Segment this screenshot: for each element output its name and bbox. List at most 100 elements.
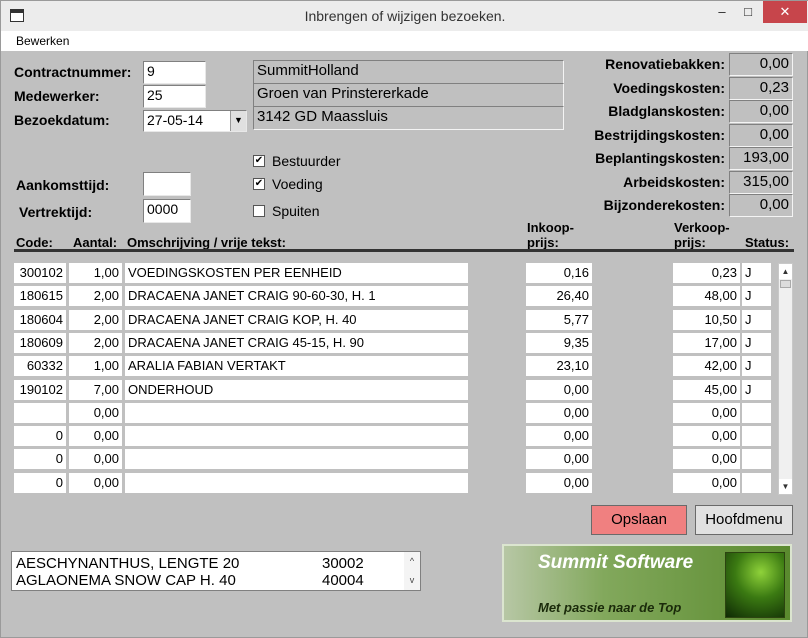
cell-status[interactable]: J <box>742 356 771 377</box>
cell-inkoop[interactable]: 0,00 <box>526 426 592 447</box>
cost-value: 0,00 <box>729 124 793 147</box>
checkbox-icon[interactable] <box>253 205 265 217</box>
cell-status[interactable]: J <box>742 263 771 283</box>
cell-status[interactable] <box>742 472 771 493</box>
cost-label: Bijzonderekosten: <box>603 197 725 213</box>
main-menu-button[interactable]: Hoofdmenu <box>695 505 793 535</box>
bezoekdatum-label: Bezoekdatum: <box>14 112 110 128</box>
cell-status[interactable] <box>742 426 771 447</box>
cell-status[interactable]: J <box>742 286 771 307</box>
cell-omschrijving[interactable]: VOEDINGSKOSTEN PER EENHEID <box>125 263 468 283</box>
cell-verkoop[interactable]: 10,50 <box>673 309 740 330</box>
cell-code[interactable]: 190102 <box>14 379 66 400</box>
cell-omschrijving[interactable]: DRACAENA JANET CRAIG 90-60-30, H. 1 <box>125 286 468 307</box>
cell-verkoop[interactable]: 0,00 <box>673 402 740 423</box>
option-voeding[interactable]: ✔ Voeding <box>253 176 323 192</box>
cell-aantal[interactable]: 7,00 <box>69 379 122 400</box>
contract-input[interactable]: 9 <box>143 61 206 84</box>
window-title: Inbrengen of wijzigen bezoeken. <box>304 8 506 24</box>
cell-aantal[interactable]: 2,00 <box>69 309 122 330</box>
cell-code[interactable]: 300102 <box>14 263 66 283</box>
cell-code[interactable]: 0 <box>14 449 66 470</box>
cell-verkoop[interactable]: 45,00 <box>673 379 740 400</box>
cell-omschrijving[interactable]: ARALIA FABIAN VERTAKT <box>125 356 468 377</box>
checkbox-icon[interactable]: ✔ <box>253 155 265 167</box>
option-label: Voeding <box>272 176 323 192</box>
medewerker-label: Medewerker: <box>14 88 100 104</box>
cell-omschrijving[interactable]: ONDERHOUD <box>125 379 468 400</box>
cell-aantal[interactable]: 0,00 <box>69 426 122 447</box>
cost-value: 193,00 <box>729 147 793 170</box>
cell-aantal[interactable]: 0,00 <box>69 449 122 470</box>
cell-code[interactable]: 0 <box>14 472 66 493</box>
cell-verkoop[interactable]: 48,00 <box>673 286 740 307</box>
menu-bewerken[interactable]: Bewerken <box>16 34 69 48</box>
article-lookup-list[interactable]: AESCHYNANTHUS, LENGTE 20 30002 AGLAONEMA… <box>11 551 421 591</box>
table-scrollbar[interactable]: ▲ ▼ <box>778 263 793 495</box>
cell-status[interactable]: J <box>742 379 771 400</box>
cell-inkoop[interactable]: 5,77 <box>526 309 592 330</box>
cell-omschrijving[interactable] <box>125 472 468 493</box>
list-scrollbar[interactable]: ^ v <box>404 552 420 590</box>
chevron-up-icon[interactable]: ^ <box>404 552 420 571</box>
cell-inkoop[interactable]: 0,00 <box>526 472 592 493</box>
cell-status[interactable] <box>742 402 771 423</box>
cell-inkoop[interactable]: 0,00 <box>526 379 592 400</box>
chevron-down-icon[interactable]: v <box>404 571 420 590</box>
cell-aantal[interactable]: 2,00 <box>69 332 122 353</box>
bezoekdatum-combo[interactable]: 27-05-14 ▼ <box>143 110 247 132</box>
medewerker-input[interactable]: 25 <box>143 85 206 108</box>
cell-inkoop[interactable]: 9,35 <box>526 332 592 353</box>
close-button[interactable]: ✕ <box>763 1 807 23</box>
cell-aantal[interactable]: 2,00 <box>69 286 122 307</box>
cell-verkoop[interactable]: 42,00 <box>673 356 740 377</box>
cell-inkoop[interactable]: 0,16 <box>526 263 592 283</box>
cell-code[interactable]: 0 <box>14 426 66 447</box>
cell-code[interactable]: 180609 <box>14 332 66 353</box>
cell-code[interactable]: 180615 <box>14 286 66 307</box>
save-button[interactable]: Opslaan <box>591 505 687 535</box>
cell-verkoop[interactable]: 0,00 <box>673 449 740 470</box>
list-item[interactable]: AGLAONEMA SNOW CAP H. 40 40004 <box>16 573 364 589</box>
scroll-up-icon[interactable]: ▲ <box>779 264 792 279</box>
cell-inkoop[interactable]: 0,00 <box>526 449 592 470</box>
cell-inkoop[interactable]: 23,10 <box>526 356 592 377</box>
option-bestuurder[interactable]: ✔ Bestuurder <box>253 153 340 169</box>
cell-aantal[interactable]: 0,00 <box>69 472 122 493</box>
cell-aantal[interactable]: 1,00 <box>69 263 122 283</box>
cell-inkoop[interactable]: 26,40 <box>526 286 592 307</box>
cell-status[interactable] <box>742 449 771 470</box>
cell-code[interactable]: 60332 <box>14 356 66 377</box>
cell-status[interactable]: J <box>742 332 771 353</box>
cell-verkoop[interactable]: 0,00 <box>673 472 740 493</box>
cell-verkoop[interactable]: 0,23 <box>673 263 740 283</box>
vertrektijd-input[interactable]: 0000 <box>143 199 191 223</box>
chevron-down-icon[interactable]: ▼ <box>230 111 246 131</box>
cell-status[interactable]: J <box>742 309 771 330</box>
cell-verkoop[interactable]: 0,00 <box>673 426 740 447</box>
cell-code[interactable] <box>14 402 66 423</box>
cell-aantal[interactable]: 0,00 <box>69 402 122 423</box>
cost-label: Bladglanskosten: <box>608 103 725 119</box>
scroll-down-icon[interactable]: ▼ <box>779 479 792 494</box>
cell-omschrijving[interactable]: DRACAENA JANET CRAIG KOP, H. 40 <box>125 309 468 330</box>
cell-omschrijving[interactable] <box>125 426 468 447</box>
cell-omschrijving[interactable]: DRACAENA JANET CRAIG 45-15, H. 90 <box>125 332 468 353</box>
customer-city: 3142 GD Maassluis <box>253 106 564 130</box>
option-spuiten[interactable]: Spuiten <box>253 203 319 219</box>
aankomsttijd-input[interactable] <box>143 172 191 196</box>
cell-code[interactable]: 180604 <box>14 309 66 330</box>
summit-software-logo: Summit Software Met passie naar de Top <box>502 544 792 622</box>
cell-aantal[interactable]: 1,00 <box>69 356 122 377</box>
cell-omschrijving[interactable] <box>125 402 468 423</box>
cell-verkoop[interactable]: 17,00 <box>673 332 740 353</box>
cell-inkoop[interactable]: 0,00 <box>526 402 592 423</box>
col-header-status: Status: <box>745 235 790 250</box>
list-item[interactable]: AESCHYNANTHUS, LENGTE 20 30002 <box>16 556 364 572</box>
cell-omschrijving[interactable] <box>125 449 468 470</box>
maximize-button[interactable]: □ <box>736 1 760 23</box>
minimize-button[interactable]: – <box>708 1 736 23</box>
checkbox-icon[interactable]: ✔ <box>253 178 265 190</box>
cost-value: 0,00 <box>729 100 793 123</box>
scroll-thumb[interactable] <box>780 280 791 288</box>
